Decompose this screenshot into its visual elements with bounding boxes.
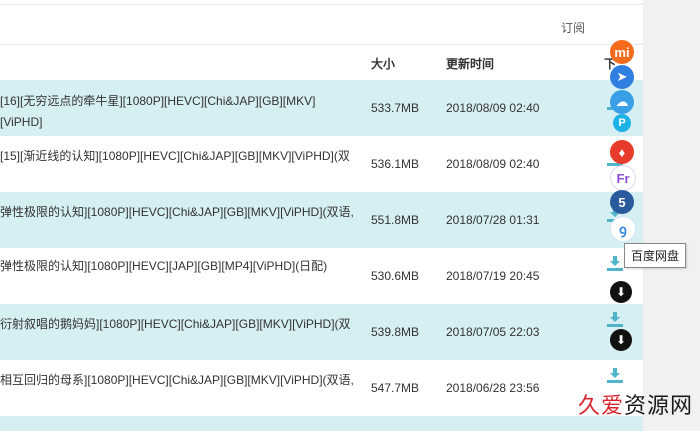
top-bar: 订阅 bbox=[0, 4, 643, 45]
row-title-link[interactable]: 弹性极限的认知][1080P][HEVC][Chi&JAP][GB][MKV][… bbox=[0, 202, 355, 223]
download-arrow-button[interactable]: ⬇ bbox=[610, 281, 632, 303]
download-icon[interactable] bbox=[606, 312, 624, 328]
table-row: 相互回归的母系][1080P][HEVC][Chi&JAP][GB][MKV][… bbox=[0, 360, 643, 416]
right-gutter bbox=[643, 0, 700, 431]
send-icon[interactable]: ➤ bbox=[610, 65, 634, 89]
watermark-accent: 久爱 bbox=[578, 393, 625, 418]
fr-icon[interactable]: Fr bbox=[610, 165, 636, 191]
table-header: 大小 更新时间 下 bbox=[0, 46, 643, 78]
column-update-time: 更新时间 bbox=[446, 57, 495, 71]
row-title-link[interactable]: 衍射叙唱的鹅妈妈][1080P][HEVC][Chi&JAP][GB][MKV]… bbox=[0, 314, 355, 335]
row-size: 547.7MB bbox=[371, 381, 420, 395]
five-glyph: 5 bbox=[618, 194, 626, 210]
download-icon[interactable] bbox=[606, 256, 624, 272]
table-row: 衍射叙唱的鹅妈妈][1080P][HEVC][Chi&JAP][GB][MKV]… bbox=[0, 304, 643, 360]
row-title-link[interactable]: [16][无穷远点的牵牛星][1080P][HEVC][Chi&JAP][GB]… bbox=[0, 91, 355, 133]
row-title-link[interactable]: [15][渐近线的认知][1080P][HEVC][Chi&JAP][GB][M… bbox=[0, 146, 355, 167]
tooltip: 百度网盘 bbox=[624, 243, 687, 268]
table-row: 弹性极限的认知][1080P][HEVC][JAP][GB][MP4][ViPH… bbox=[0, 248, 643, 304]
row-size: 539.8MB bbox=[371, 325, 420, 339]
p-glyph: P bbox=[618, 117, 626, 129]
row-size: 551.8MB bbox=[371, 213, 420, 227]
watermark-rest: 资源网 bbox=[624, 393, 694, 418]
cloud-glyph: ☁ bbox=[615, 94, 629, 109]
row-size: 536.1MB bbox=[371, 157, 420, 171]
row-time: 2018/08/09 02:40 bbox=[446, 101, 540, 115]
column-size: 大小 bbox=[371, 57, 396, 71]
row-time: 2018/07/05 22:03 bbox=[446, 325, 540, 339]
row-time: 2018/06/28 23:56 bbox=[446, 381, 540, 395]
p-icon[interactable]: P bbox=[613, 114, 631, 132]
douban-icon[interactable]: ♦ bbox=[610, 140, 634, 164]
row-title-link[interactable]: 弹性极限的认知][1080P][HEVC][JAP][GB][MP4][ViPH… bbox=[0, 256, 355, 277]
page-frame: 订阅 大小 更新时间 下 [16][无穷远点的牵牛星][1080P][HEVC]… bbox=[0, 0, 700, 432]
table-row: 弹性极限的认知][1080P][HEVC][Chi&JAP][GB][MKV][… bbox=[0, 192, 643, 248]
table-row: [16][无穷远点的牵牛星][1080P][HEVC][Chi&JAP][GB]… bbox=[0, 80, 643, 136]
douban-glyph: ♦ bbox=[618, 144, 626, 160]
row-title-link[interactable]: 相互回归的母系][1080P][HEVC][Chi&JAP][GB][MKV][… bbox=[0, 370, 355, 391]
row-size: 533.7MB bbox=[371, 101, 420, 115]
download-icon[interactable] bbox=[606, 368, 624, 384]
download-arrow-button[interactable]: ⬇ bbox=[610, 329, 632, 351]
send-glyph: ➤ bbox=[616, 69, 628, 84]
fr-glyph: Fr bbox=[616, 170, 630, 186]
five-icon[interactable]: 5 bbox=[610, 190, 634, 214]
subscribe-link[interactable]: 订阅 bbox=[561, 19, 585, 36]
watermark-logo: 久爱资源网 bbox=[578, 388, 693, 420]
row-time: 2018/07/19 20:45 bbox=[446, 269, 540, 283]
baidu-pan-glyph: ꝯ bbox=[619, 222, 627, 237]
row-time: 2018/07/28 01:31 bbox=[446, 213, 540, 227]
row-time: 2018/08/09 02:40 bbox=[446, 157, 540, 171]
baidu-pan-icon[interactable]: ꝯ bbox=[610, 216, 636, 242]
xiaomi-icon[interactable]: mi bbox=[610, 40, 634, 64]
table-row: [15][渐近线的认知][1080P][HEVC][Chi&JAP][GB][M… bbox=[0, 136, 643, 192]
table-row bbox=[0, 416, 643, 431]
cloud-icon[interactable]: ☁ bbox=[610, 90, 634, 114]
row-size: 530.6MB bbox=[371, 269, 420, 283]
xiaomi-glyph: mi bbox=[614, 44, 630, 60]
